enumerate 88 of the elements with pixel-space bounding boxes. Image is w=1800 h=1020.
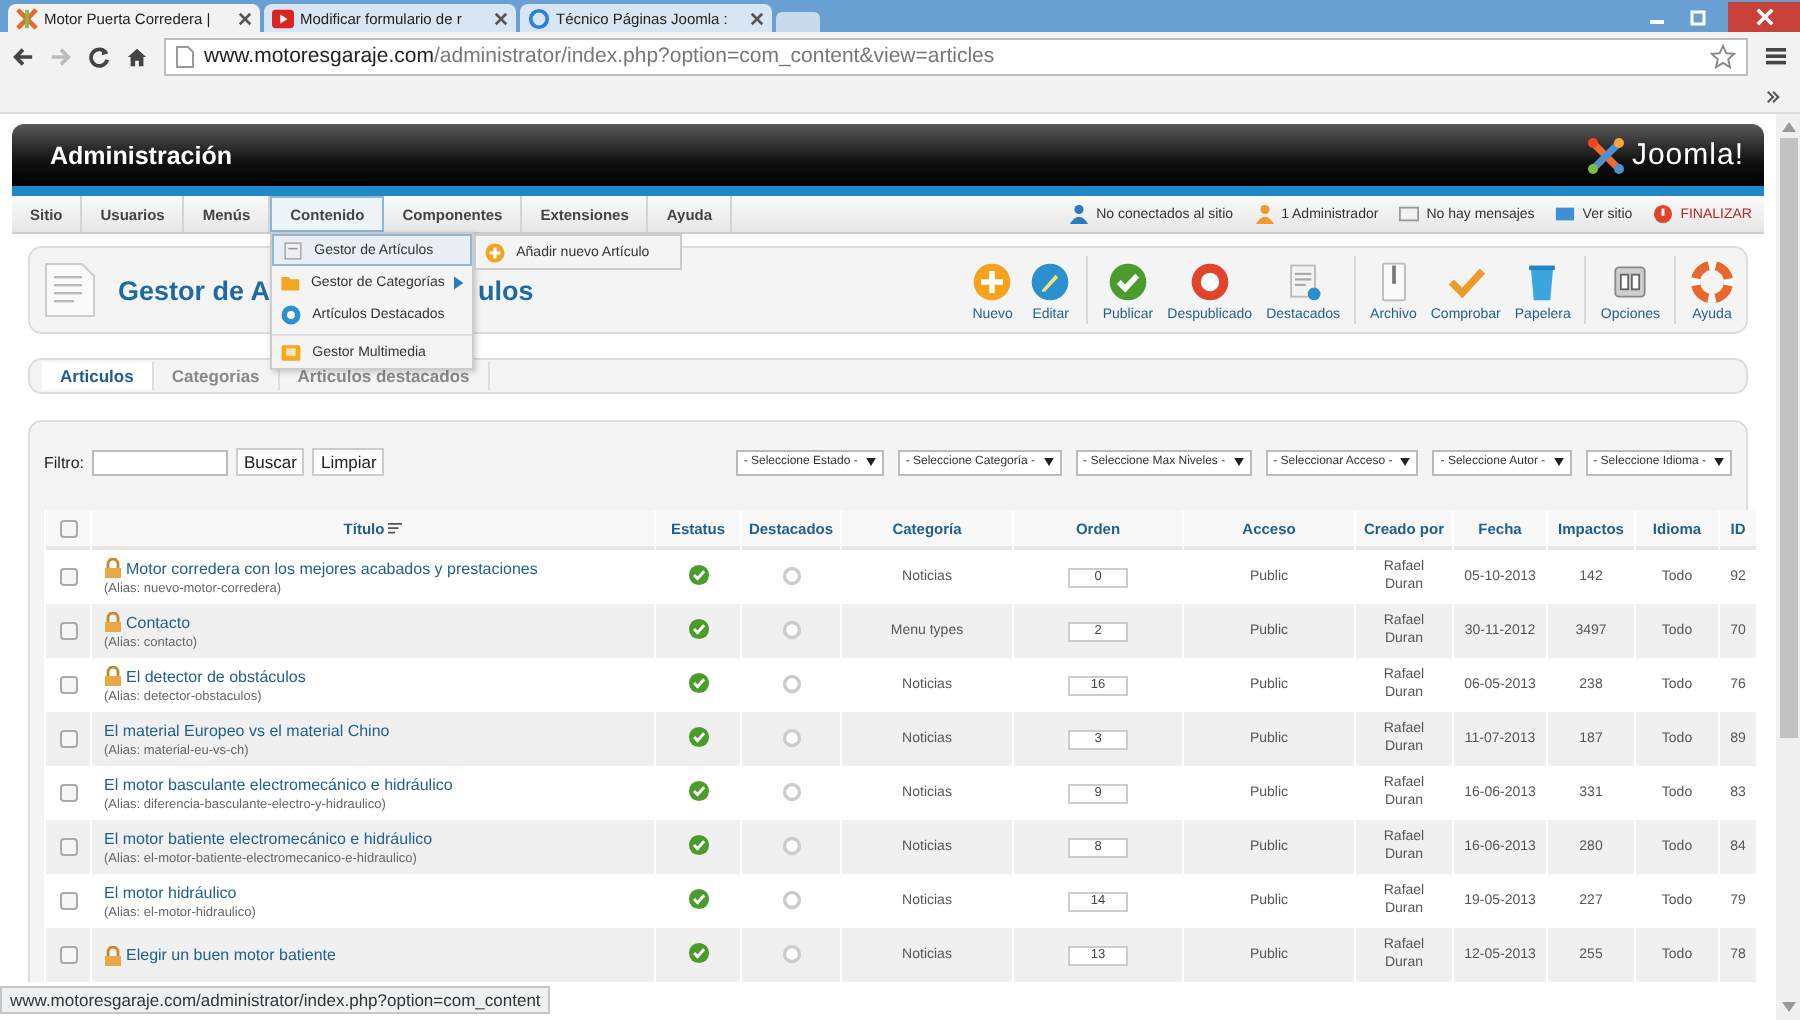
caret-icon: [1714, 458, 1724, 466]
caret-icon: [1553, 458, 1564, 466]
tab[interactable]: Articulos: [42, 362, 154, 390]
status-bar-url: www.motoresgaraje.com/administrator/index.php?option=com_content: [0, 986, 551, 1014]
caret-icon: [1233, 458, 1244, 466]
published-check-icon[interactable]: [687, 834, 709, 856]
address-field[interactable]: www.motoresgaraje.com/administrator/index.php?option=com_content&view=articles: [164, 37, 1748, 75]
published-check-icon[interactable]: [687, 780, 709, 802]
filter-label: Filtro:: [44, 453, 84, 471]
row-checkbox[interactable]: [59, 838, 77, 856]
lifebuoy-icon: [1690, 259, 1734, 303]
close-window-button[interactable]: [1728, 1, 1800, 31]
close-icon[interactable]: [750, 11, 764, 25]
caret-icon: [1043, 458, 1054, 466]
row-checkbox[interactable]: [59, 568, 77, 586]
document-icon: [42, 260, 98, 320]
row-checkbox[interactable]: [59, 784, 77, 802]
not-featured-icon[interactable]: [781, 889, 801, 909]
article-title-link[interactable]: Motor corredera con los mejores acabados y prestaciones: [126, 559, 538, 577]
scrollbar-thumb[interactable]: [1779, 138, 1797, 738]
menu-icon[interactable]: [1764, 44, 1788, 68]
admin-title: Administración: [50, 141, 232, 169]
published-check-icon[interactable]: [687, 672, 709, 694]
plus-circle-icon: [970, 259, 1015, 303]
checkmark-circle-icon: [1105, 259, 1150, 303]
caret-icon: [1400, 458, 1411, 466]
back-icon[interactable]: [12, 45, 34, 67]
folder-icon: [280, 271, 301, 293]
chevrons-icon[interactable]: [1766, 89, 1780, 103]
row-checkbox[interactable]: [59, 676, 77, 694]
article-title-link[interactable]: Elegir un buen motor batiente: [126, 946, 336, 964]
star-icon[interactable]: [1710, 43, 1736, 69]
circle-icon: [528, 7, 550, 29]
power-icon: [1652, 204, 1675, 224]
record-circle-icon: [1187, 259, 1232, 303]
page-icon: [176, 45, 194, 67]
logo-text: Joomla!: [1631, 138, 1744, 172]
not-featured-icon[interactable]: [781, 673, 801, 693]
users-icon: [1068, 204, 1091, 224]
play-icon: [272, 7, 294, 29]
page-title: Gestor de A: [118, 275, 271, 305]
submenu-arrow-icon: [454, 275, 465, 289]
message-icon: [1398, 204, 1421, 224]
not-featured-icon[interactable]: [781, 727, 801, 747]
logo-icon: [1585, 135, 1626, 175]
filter-field[interactable]: [92, 449, 228, 475]
article-title-link[interactable]: El motor hidráulico: [104, 883, 237, 901]
media-icon: [280, 341, 303, 363]
not-featured-icon[interactable]: [781, 781, 801, 801]
article-title-link[interactable]: El detector de obstáculos: [126, 667, 306, 685]
sort-icon[interactable]: [388, 522, 403, 537]
published-check-icon[interactable]: [687, 726, 709, 748]
row-checkbox[interactable]: [59, 622, 77, 640]
published-check-icon[interactable]: [687, 942, 709, 964]
close-icon[interactable]: [494, 11, 508, 25]
article-title-link[interactable]: El motor batiente electromecánico e hidráulico: [104, 829, 433, 847]
not-featured-icon[interactable]: [781, 619, 801, 639]
restore-icon[interactable]: [1688, 6, 1708, 26]
forward-icon[interactable]: [50, 45, 72, 67]
cross-logo-icon: [16, 7, 38, 29]
home-icon[interactable]: [126, 45, 148, 67]
filter-button[interactable]: Buscar: [236, 448, 305, 476]
user-icon: [1253, 204, 1276, 224]
scroll-up-icon[interactable]: [1781, 122, 1795, 132]
select-all-checkbox[interactable]: [59, 519, 77, 538]
filter-button[interactable]: Limpiar: [312, 448, 385, 476]
article-title-link[interactable]: El motor basculante electromecánico e hidráulico: [104, 775, 453, 793]
not-featured-icon[interactable]: [781, 943, 801, 963]
row-checkbox[interactable]: [59, 892, 77, 910]
published-check-icon[interactable]: [687, 564, 709, 586]
reload-icon[interactable]: [88, 45, 110, 67]
not-featured-icon[interactable]: [781, 835, 801, 855]
document-icon: [282, 239, 305, 261]
row-checkbox[interactable]: [59, 730, 77, 748]
article-title-link[interactable]: Contacto: [126, 613, 191, 631]
close-icon[interactable]: [238, 11, 252, 25]
not-featured-icon[interactable]: [781, 565, 801, 585]
article-title-link[interactable]: El material Europeo vs el material Chino: [104, 721, 390, 739]
close-icon: [1755, 7, 1773, 25]
page-title: ulos: [478, 275, 534, 305]
monitor-icon: [1554, 204, 1577, 224]
scroll-down-icon[interactable]: [1781, 1002, 1795, 1012]
row-checkbox[interactable]: [59, 946, 77, 964]
pencil-circle-icon: [1028, 259, 1073, 303]
published-check-icon[interactable]: [687, 888, 709, 910]
plus-circle-icon: [484, 241, 507, 263]
published-check-icon[interactable]: [687, 618, 709, 640]
caret-icon: [865, 458, 876, 466]
